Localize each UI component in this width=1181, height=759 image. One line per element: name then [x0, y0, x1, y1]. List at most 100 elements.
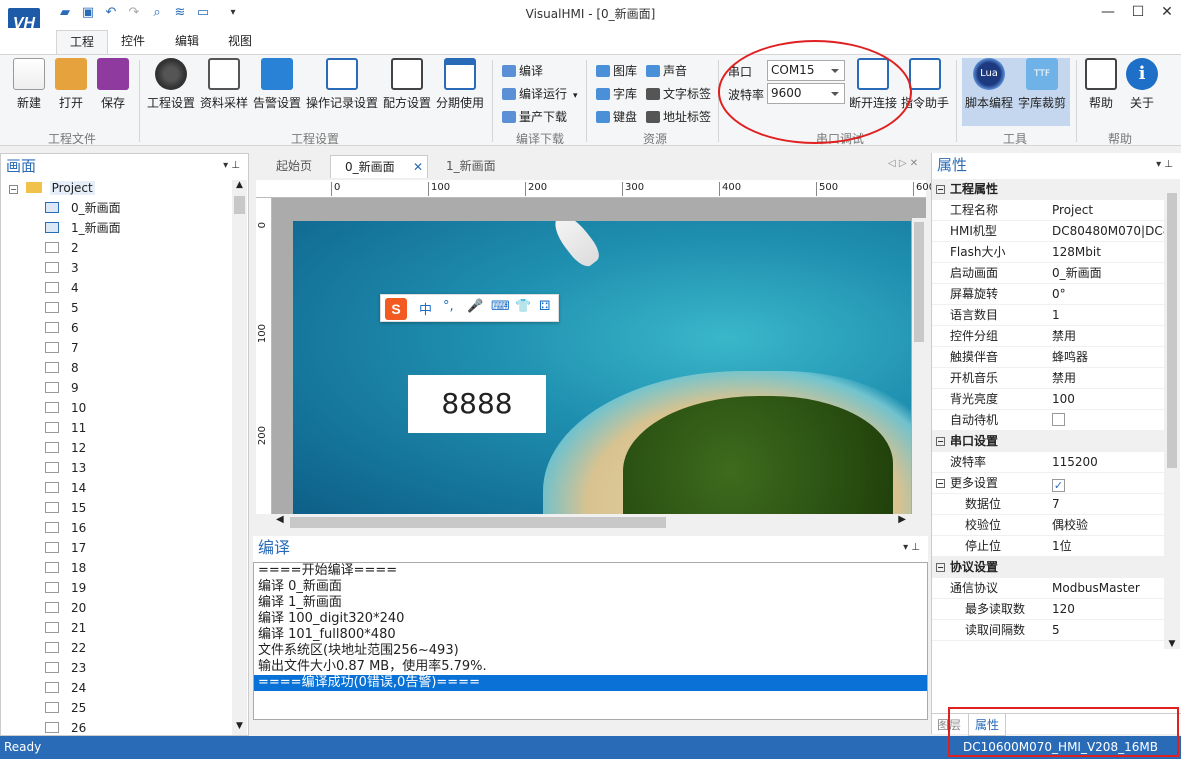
ime-button[interactable]: ⚃: [539, 299, 550, 314]
canvas-vscrollbar[interactable]: [912, 218, 926, 514]
about-button[interactable]: i 关于: [1125, 58, 1159, 111]
tab-view[interactable]: 视图: [215, 30, 265, 54]
tree-item-screen[interactable]: 1_新画面: [1, 218, 248, 238]
tree-root[interactable]: − Project: [1, 178, 248, 198]
tab-scroll-arrows[interactable]: ◁ ▷ ✕: [888, 158, 918, 169]
tree-item-screen[interactable]: 20: [1, 598, 248, 618]
save-button[interactable]: 保存: [96, 58, 130, 111]
tree-item-screen[interactable]: 6: [1, 318, 248, 338]
property-row[interactable]: − 更多设置 ✓: [932, 473, 1164, 494]
tree-scrollbar[interactable]: ▲ ▼: [232, 180, 247, 735]
gallery-button[interactable]: 图库: [596, 62, 637, 79]
property-row[interactable]: 读取间隔数 5: [932, 620, 1164, 641]
property-row[interactable]: 最多读取数 120: [932, 599, 1164, 620]
tab-screen-0[interactable]: 0_新画面 ✕: [330, 155, 428, 178]
tree-item-screen[interactable]: 10: [1, 398, 248, 418]
property-row[interactable]: 开机音乐 禁用: [932, 368, 1164, 389]
compile-run-button[interactable]: 编译运行 ▾: [502, 85, 578, 102]
sound-button[interactable]: 声音: [646, 62, 687, 79]
number-display-control[interactable]: 8888: [408, 375, 546, 433]
collapse-icon[interactable]: −: [9, 185, 18, 194]
maximize-button[interactable]: ☐: [1123, 4, 1153, 24]
property-scrollbar[interactable]: ▼: [1164, 179, 1180, 649]
tree-item-screen[interactable]: 7: [1, 338, 248, 358]
pin-icon[interactable]: ▾ ⊥: [903, 536, 920, 560]
checkbox[interactable]: [1052, 413, 1065, 426]
tree-item-screen[interactable]: 26: [1, 718, 248, 738]
tab-screen-1[interactable]: 1_新画面: [432, 155, 510, 178]
property-row[interactable]: 数据位 7: [932, 494, 1164, 515]
tree-item-screen[interactable]: 15: [1, 498, 248, 518]
canvas-hscrollbar[interactable]: ◀ ▶: [272, 514, 910, 531]
tab-controls[interactable]: 控件: [108, 30, 158, 54]
close-tab-icon[interactable]: ✕: [413, 156, 423, 178]
property-row[interactable]: 背光亮度 100: [932, 389, 1164, 410]
tree-item-screen[interactable]: 8: [1, 358, 248, 378]
property-category[interactable]: − 串口设置: [932, 431, 1164, 452]
collapse-icon[interactable]: −: [936, 185, 945, 194]
tree-item-screen[interactable]: 14: [1, 478, 248, 498]
tree-item-screen[interactable]: 18: [1, 558, 248, 578]
tree-item-screen[interactable]: 21: [1, 618, 248, 638]
property-row[interactable]: 通信协议 ModbusMaster: [932, 578, 1164, 599]
tab-start-page[interactable]: 起始页: [262, 155, 326, 178]
oplog-settings-button[interactable]: 操作记录设置: [306, 58, 378, 111]
tree-item-screen[interactable]: 24: [1, 678, 248, 698]
minimize-button[interactable]: —: [1093, 4, 1123, 24]
property-row[interactable]: 校验位 偶校验: [932, 515, 1164, 536]
collapse-icon[interactable]: −: [936, 563, 945, 572]
tree-item-screen[interactable]: 23: [1, 658, 248, 678]
property-row[interactable]: HMI机型 DC80480M070|DC8: [932, 221, 1164, 242]
property-row[interactable]: 波特率 115200: [932, 452, 1164, 473]
property-row[interactable]: 停止位 1位: [932, 536, 1164, 557]
tab-project[interactable]: 工程: [56, 30, 109, 54]
tree-item-screen[interactable]: 11: [1, 418, 248, 438]
compile-button[interactable]: 编译: [502, 62, 543, 79]
project-settings-button[interactable]: 工程设置: [146, 58, 196, 111]
screen-canvas[interactable]: [293, 221, 911, 514]
tree-item-screen[interactable]: 13: [1, 458, 248, 478]
help-button[interactable]: 帮助: [1084, 58, 1118, 111]
tree-item-screen[interactable]: 12: [1, 438, 248, 458]
ime-button[interactable]: 中: [419, 299, 432, 318]
property-row[interactable]: 语言数目 1: [932, 305, 1164, 326]
collapse-icon[interactable]: −: [936, 479, 945, 488]
alarm-settings-button[interactable]: 告警设置: [252, 58, 302, 111]
pin-icon[interactable]: ▾ ⊥: [1156, 153, 1173, 177]
new-button[interactable]: 新建: [12, 58, 46, 111]
tree-item-screen[interactable]: 16: [1, 518, 248, 538]
property-row[interactable]: 控件分组 禁用: [932, 326, 1164, 347]
recipe-settings-button[interactable]: 配方设置: [382, 58, 432, 111]
collapse-icon[interactable]: −: [936, 437, 945, 446]
property-row[interactable]: 屏幕旋转 0°: [932, 284, 1164, 305]
property-row[interactable]: 启动画面 0_新画面: [932, 263, 1164, 284]
data-sampling-button[interactable]: 资料采样: [200, 58, 248, 111]
font-crop-button[interactable]: TTF 字库裁剪: [1017, 58, 1067, 111]
property-row[interactable]: 自动待机: [932, 410, 1164, 431]
property-row[interactable]: Flash大小 128Mbit: [932, 242, 1164, 263]
ime-button[interactable]: 🎤: [467, 299, 483, 314]
pin-icon[interactable]: ▾ ⊥: [223, 154, 240, 178]
mass-download-button[interactable]: 量产下载: [502, 108, 567, 125]
tree-item-screen[interactable]: 4: [1, 278, 248, 298]
tree-item-screen[interactable]: 9: [1, 378, 248, 398]
installment-button[interactable]: 分期使用: [435, 58, 485, 111]
open-button[interactable]: 打开: [54, 58, 88, 111]
address-tag-button[interactable]: 地址标签: [646, 108, 711, 125]
property-row[interactable]: 工程名称 Project: [932, 200, 1164, 221]
tree-item-screen[interactable]: 2: [1, 238, 248, 258]
tree-item-screen[interactable]: 22: [1, 638, 248, 658]
checkbox[interactable]: ✓: [1052, 479, 1065, 492]
property-category[interactable]: − 协议设置: [932, 557, 1164, 578]
ime-button[interactable]: °,: [443, 299, 454, 314]
tree-item-screen[interactable]: 5: [1, 298, 248, 318]
ime-button[interactable]: 👕: [515, 299, 531, 314]
lua-script-button[interactable]: Lua 脚本编程: [963, 58, 1015, 111]
tree-item-screen[interactable]: 25: [1, 698, 248, 718]
text-tag-button[interactable]: 文字标签: [646, 85, 711, 102]
tree-item-screen[interactable]: 17: [1, 538, 248, 558]
ime-toolbar[interactable]: S 中 °, 🎤 ⌨ 👕 ⚃: [380, 294, 559, 322]
property-row[interactable]: 触摸伴音 蜂鸣器: [932, 347, 1164, 368]
font-button[interactable]: 字库: [596, 85, 637, 102]
tree-item-screen[interactable]: 19: [1, 578, 248, 598]
